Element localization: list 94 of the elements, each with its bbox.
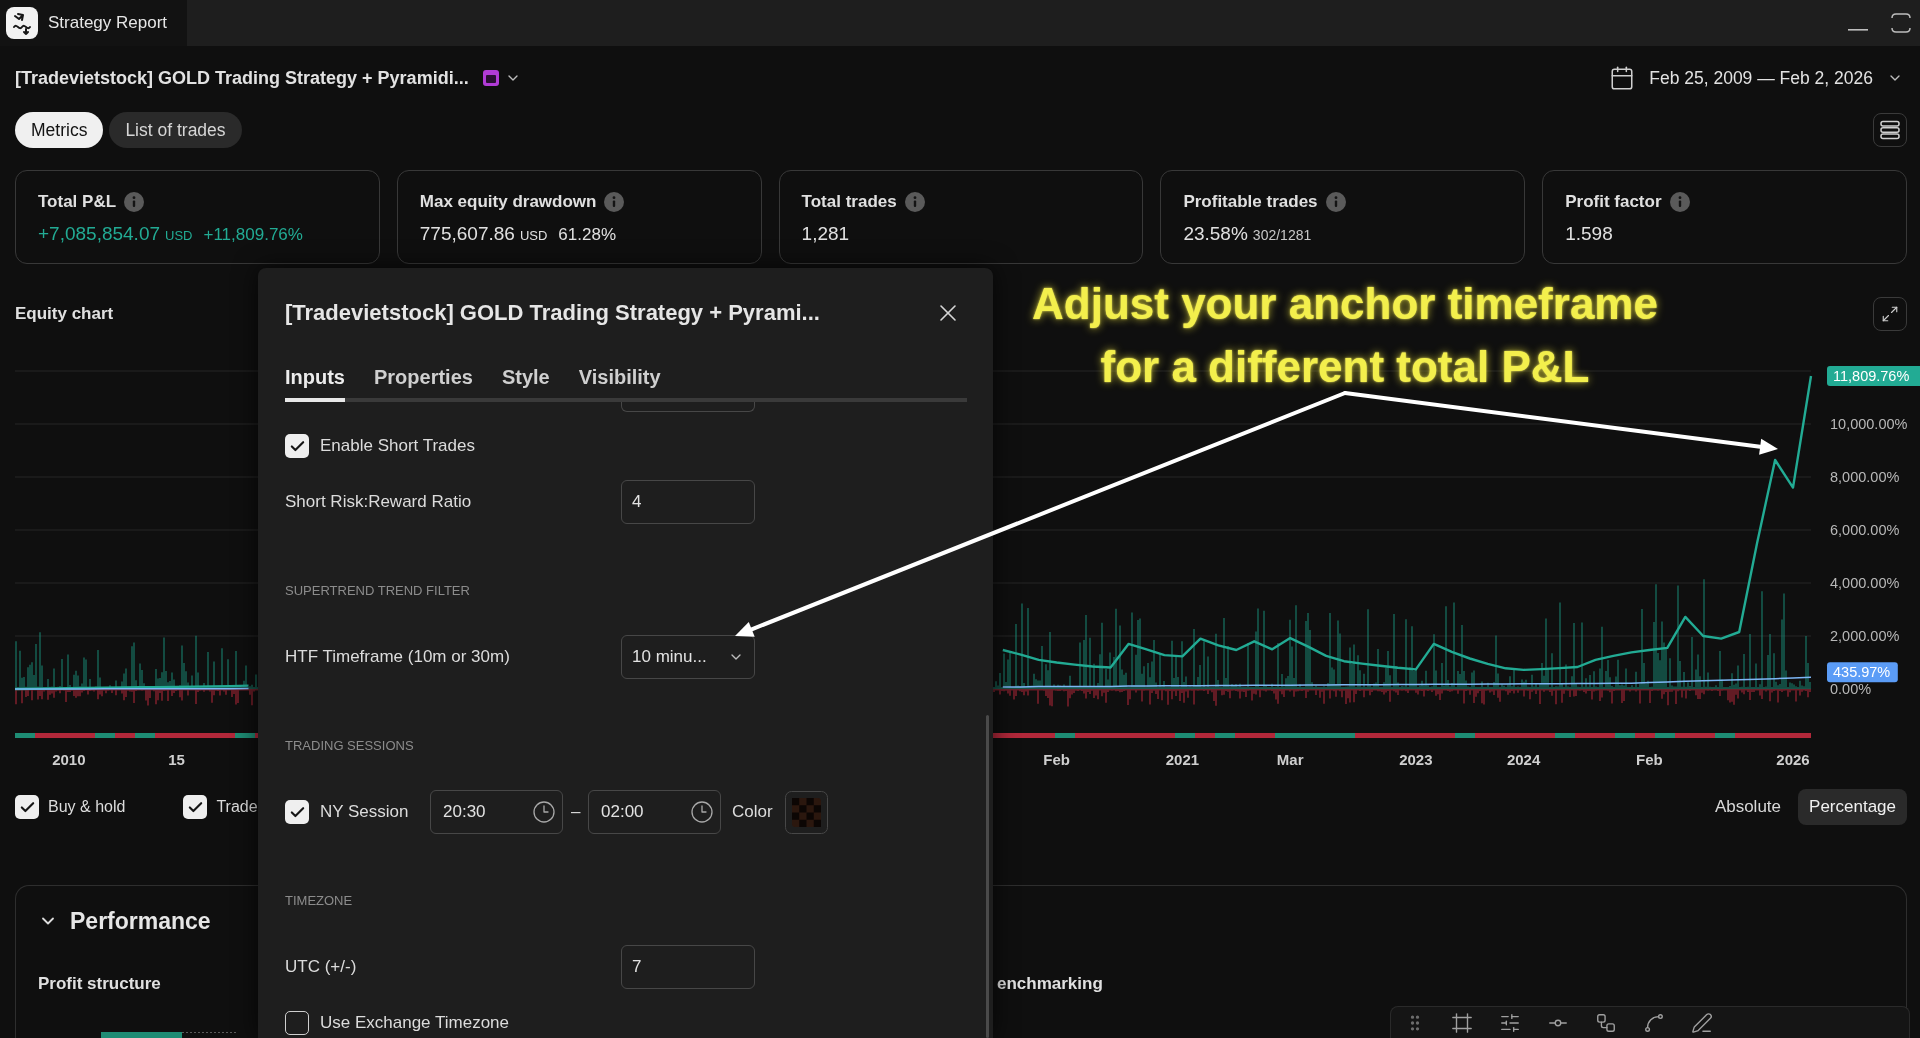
rows-icon — [1880, 120, 1900, 140]
time-field[interactable]: 20:30 — [430, 790, 563, 834]
x-axis-label: Feb — [1636, 751, 1663, 768]
logo-icon — [6, 7, 38, 39]
dialog-tab[interactable]: Visibility — [578, 358, 661, 402]
dialog-tab[interactable]: Properties — [374, 358, 473, 402]
checkbox[interactable] — [285, 800, 309, 824]
info-icon[interactable] — [1325, 192, 1346, 212]
expand-button[interactable] — [1873, 297, 1907, 331]
pen-icon[interactable] — [1691, 1011, 1713, 1034]
checkbox[interactable] — [285, 434, 309, 458]
info-icon[interactable] — [904, 192, 925, 212]
column-title: Profit structure — [38, 974, 161, 993]
x-axis-label: Mar — [1276, 751, 1304, 768]
restore-icon[interactable] — [1890, 12, 1912, 34]
time-field[interactable]: 02:00 — [588, 790, 721, 834]
checkbox-label: Use Exchange Timezone — [320, 1013, 509, 1033]
x-axis-label: 2026 — [1776, 751, 1810, 768]
info-icon[interactable] — [124, 192, 145, 212]
value-badge: 11,809.76% — [1827, 366, 1920, 387]
x-axis-label: 2010 — [52, 751, 86, 768]
layout-button[interactable] — [1873, 113, 1907, 147]
y-axis-label: 8,000.00% — [1830, 469, 1900, 485]
dialog-title: [Tradevietstock] GOLD Trading Strategy + Pyrami... — [285, 300, 820, 326]
value-badge: 435.97% — [1827, 662, 1898, 683]
calendar-icon — [1609, 65, 1636, 91]
legend-label: Buy & hold — [48, 798, 126, 816]
section-label: TRADING SESSIONS — [285, 737, 414, 753]
sliders-icon[interactable] — [1499, 1011, 1521, 1034]
metric-value: 23.58% — [1183, 223, 1248, 245]
metric-change: +11,809.76% — [203, 225, 303, 245]
date-range[interactable]: Feb 25, 2009 — Feb 2, 2026 — [1649, 67, 1873, 89]
y-axis-label: 2,000.00% — [1830, 628, 1900, 644]
window-tab[interactable]: Strategy Report — [0, 0, 188, 46]
curve-icon[interactable] — [1643, 1011, 1665, 1034]
metric-count: 302/1281 — [1252, 227, 1312, 243]
chart-title: Equity chart — [15, 304, 114, 324]
checkbox[interactable] — [15, 795, 39, 819]
input-field[interactable]: 7 — [621, 945, 755, 989]
tab[interactable]: List of trades — [109, 112, 242, 148]
tab[interactable]: Metrics — [15, 112, 104, 148]
metric-value: 775,607.86 — [419, 223, 515, 245]
metric-label: Profit factor — [1565, 192, 1662, 212]
section-title: Performance — [70, 907, 211, 935]
annotation-text: Adjust your anchor timeframe for a different total P&L — [1031, 278, 1659, 393]
nodes-icon[interactable] — [1595, 1011, 1617, 1034]
checkbox[interactable] — [183, 795, 208, 819]
frame-icon[interactable] — [1451, 1011, 1473, 1034]
checkbox[interactable] — [285, 1011, 309, 1035]
y-axis-label: 0.00% — [1830, 681, 1872, 697]
metric-unit: USD — [519, 228, 548, 243]
clock-icon — [690, 800, 714, 824]
x-axis-label: 2024 — [1506, 751, 1541, 768]
metric-label: Max equity drawdown — [419, 192, 597, 212]
metric-label: Profitable trades — [1183, 192, 1318, 212]
section-label: TIMEZONE — [285, 892, 353, 908]
expand-icon — [1881, 305, 1899, 323]
checkbox-label: NY Session — [320, 802, 410, 822]
y-axis-label: 10,000.00% — [1830, 416, 1908, 432]
mode-button[interactable]: Percentage — [1798, 789, 1907, 825]
x-axis-label: 2023 — [1399, 751, 1433, 768]
section-label: SUPERTREND TREND FILTER — [285, 582, 470, 598]
metric-change: 61.28% — [558, 225, 616, 245]
field-label: HTF Timeframe (10m or 30m) — [285, 647, 511, 667]
column-title: enchmarking — [997, 974, 1103, 993]
input-field[interactable]: 4 — [621, 480, 755, 524]
metric-label: Total trades — [801, 192, 897, 212]
field-label: UTC (+/-) — [285, 957, 358, 977]
input-field[interactable] — [621, 402, 755, 412]
mode-button[interactable]: Absolute — [1703, 789, 1793, 825]
metric-unit: USD — [165, 228, 193, 243]
y-axis-label: 4,000.00% — [1830, 575, 1900, 591]
strategy-name: [Tradevietstock] GOLD Trading Strategy + Pyramidi... — [15, 67, 469, 89]
x-axis-label: 15 — [168, 751, 185, 768]
checkbox-label: Enable Short Trades — [320, 436, 475, 456]
range-dash: – — [571, 802, 580, 822]
info-icon[interactable] — [1669, 192, 1690, 212]
scrollbar[interactable] — [986, 715, 989, 1038]
metric-label: Total P&L — [38, 192, 117, 212]
color-swatch[interactable] — [784, 790, 828, 834]
clock-icon — [532, 800, 556, 824]
field-label: Short Risk:Reward Ratio — [285, 492, 473, 512]
x-axis-label: 2021 — [1165, 751, 1200, 768]
color-label: Color — [732, 802, 773, 822]
metric-value: 1,281 — [801, 223, 850, 245]
metric-value: 1.598 — [1565, 223, 1613, 245]
metric-value: +7,085,854.07 — [38, 223, 161, 245]
calendar-icon — [482, 70, 499, 86]
x-axis-label: Feb — [1043, 751, 1070, 768]
info-icon[interactable] — [604, 192, 625, 212]
dialog-tab[interactable]: Style — [501, 358, 550, 402]
dialog-tab[interactable]: Inputs — [285, 358, 345, 402]
legend-label: Trade — [216, 798, 258, 816]
y-axis-label: 6,000.00% — [1830, 522, 1900, 538]
